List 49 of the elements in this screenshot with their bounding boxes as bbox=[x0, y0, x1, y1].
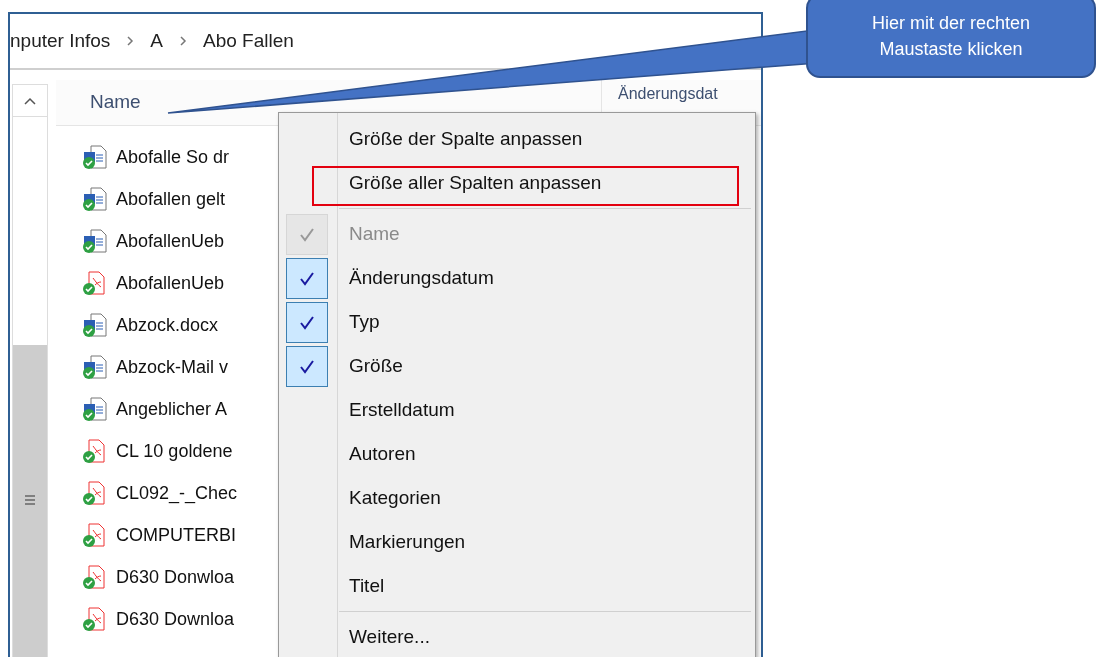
pdf-document-icon bbox=[82, 522, 108, 548]
callout-text: Hier mit der rechten bbox=[871, 12, 1031, 35]
menu-item[interactable]: Größe bbox=[349, 351, 403, 381]
checkbox[interactable] bbox=[286, 302, 328, 343]
file-name[interactable]: D630 Downloa bbox=[116, 605, 235, 633]
menu-item[interactable]: Größe aller Spalten anpassen bbox=[349, 168, 602, 198]
word-document-icon bbox=[82, 228, 108, 254]
menu-item[interactable]: Autoren bbox=[349, 439, 416, 469]
checkbox[interactable] bbox=[286, 346, 328, 387]
pdf-document-icon bbox=[82, 564, 108, 590]
file-name[interactable]: Angeblicher A bbox=[116, 395, 228, 423]
file-name[interactable]: Abofallen gelt bbox=[116, 185, 226, 213]
menu-item[interactable]: Typ bbox=[349, 307, 380, 337]
pdf-document-icon bbox=[82, 270, 108, 296]
file-name[interactable]: Abzock.docx bbox=[116, 311, 219, 339]
menu-item[interactable]: Markierungen bbox=[349, 527, 466, 557]
pdf-document-icon bbox=[82, 606, 108, 632]
word-document-icon bbox=[82, 186, 108, 212]
scrollbar[interactable] bbox=[12, 84, 48, 657]
file-name[interactable]: COMPUTERBI bbox=[116, 521, 236, 549]
breadcrumb-item[interactable]: Abo Fallen bbox=[203, 26, 294, 56]
file-name[interactable]: Abofalle So dr bbox=[116, 143, 230, 171]
file-name[interactable]: CL 10 goldene bbox=[116, 437, 233, 465]
word-document-icon bbox=[82, 354, 108, 380]
chevron-right-icon bbox=[179, 35, 188, 47]
file-name[interactable]: Abzock-Mail v bbox=[116, 353, 229, 381]
grip-icon bbox=[24, 495, 36, 505]
file-name[interactable]: AbofallenUeb bbox=[116, 269, 225, 297]
word-document-icon bbox=[82, 396, 108, 422]
callout-text: Maustaste klicken bbox=[879, 38, 1023, 61]
pdf-document-icon bbox=[82, 438, 108, 464]
menu-item[interactable]: Größe der Spalte anpassen bbox=[349, 124, 583, 154]
scroll-up-icon[interactable] bbox=[24, 96, 36, 105]
breadcrumb-item[interactable]: nputer Infos bbox=[10, 26, 111, 56]
checkbox[interactable] bbox=[286, 258, 328, 299]
file-name[interactable]: D630 Donwloa bbox=[116, 563, 235, 591]
word-document-icon bbox=[82, 144, 108, 170]
pdf-document-icon bbox=[82, 480, 108, 506]
file-name[interactable]: CL092_-_Chec bbox=[116, 479, 238, 507]
chevron-right-icon bbox=[126, 35, 135, 47]
menu-item[interactable]: Kategorien bbox=[349, 483, 441, 513]
word-document-icon bbox=[82, 312, 108, 338]
scrollbar-thumb[interactable] bbox=[13, 345, 47, 657]
menu-item[interactable]: Titel bbox=[349, 571, 385, 601]
file-name[interactable]: AbofallenUeb bbox=[116, 227, 225, 255]
breadcrumb-item[interactable]: A bbox=[150, 26, 164, 56]
menu-item[interactable]: Erstelldatum bbox=[349, 395, 455, 425]
menu-item[interactable]: Weitere... bbox=[349, 622, 430, 652]
menu-item[interactable]: Änderungsdatum bbox=[349, 263, 494, 293]
